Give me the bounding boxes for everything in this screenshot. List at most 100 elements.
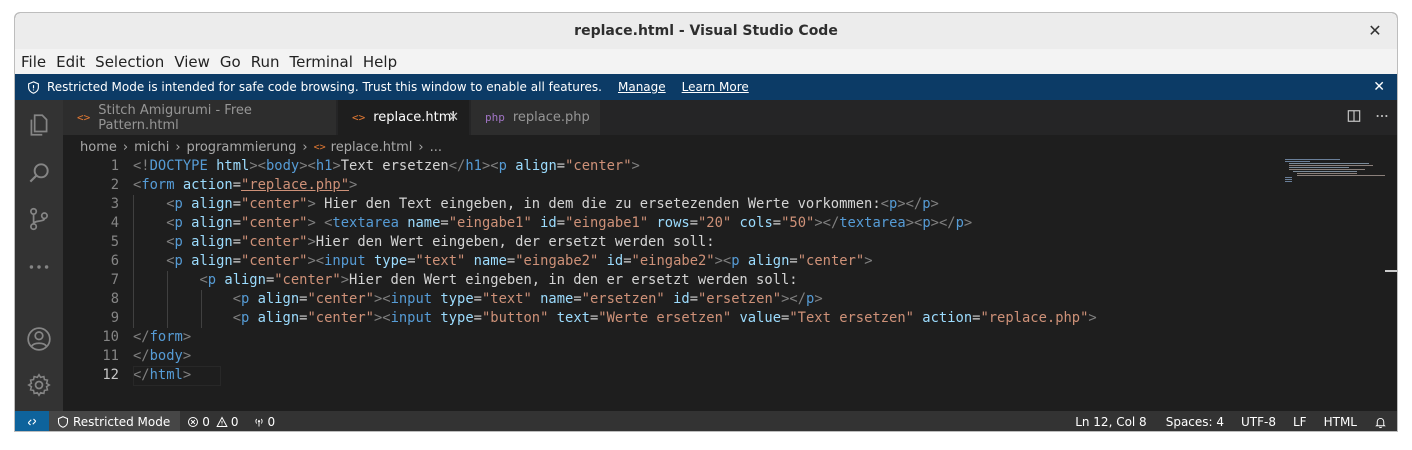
code-line[interactable]: 11 </body> <box>63 347 1283 366</box>
breadcrumb-home[interactable]: home <box>80 140 117 155</box>
account-icon[interactable] <box>26 326 52 352</box>
line-number: 4 <box>110 215 119 231</box>
shield-icon <box>57 416 69 428</box>
split-editor-icon[interactable] <box>1347 109 1361 127</box>
indentation[interactable]: Spaces: 4 <box>1159 415 1234 429</box>
line-number: 9 <box>110 310 119 326</box>
code-editor[interactable]: 1 <!DOCTYPE html><body><h1>Text ersetzen<… <box>63 157 1283 386</box>
php-file-icon: php <box>485 111 505 124</box>
code-text: </body> <box>133 348 192 364</box>
html-file-icon: <> <box>77 111 91 124</box>
chevron-right-icon: › <box>418 139 424 155</box>
tab-label: Stitch Amigurumi - Free Pattern.html <box>98 102 252 133</box>
more-actions-icon[interactable] <box>1375 109 1389 127</box>
line-number: 6 <box>110 253 119 269</box>
language-mode[interactable]: HTML <box>1317 415 1367 429</box>
line-number: 10 <box>102 329 119 345</box>
encoding[interactable]: UTF-8 <box>1234 415 1286 429</box>
line-number: 3 <box>110 196 119 212</box>
shield-icon <box>27 80 40 94</box>
code-text: <form action="replace.php"> <box>133 177 358 193</box>
status-bar: Restricted Mode 0 0 0 Ln 12, Col 8 Space… <box>15 411 1397 431</box>
code-line[interactable]: 7 <p align="center">Hier den Wert eingeb… <box>63 271 1283 290</box>
line-number: 12 <box>102 367 119 383</box>
minimap[interactable] <box>1279 157 1397 411</box>
source-control-icon[interactable] <box>26 206 52 232</box>
chevron-right-icon: › <box>175 139 181 155</box>
restricted-mode-label: Restricted Mode <box>73 415 171 429</box>
breadcrumb: home › michi › programmierung › <> repla… <box>80 137 442 157</box>
code-text: <p align="center"> <textarea name="einga… <box>166 215 973 231</box>
settings-gear-icon[interactable] <box>26 372 52 398</box>
line-number: 8 <box>110 291 119 307</box>
breadcrumb-michi[interactable]: michi <box>134 140 169 155</box>
html-file-icon: <> <box>313 141 326 153</box>
banner-text: Restricted Mode is intended for safe cod… <box>47 80 602 94</box>
restricted-mode-status[interactable]: Restricted Mode <box>49 411 181 431</box>
code-line[interactable]: 1 <!DOCTYPE html><body><h1>Text ersetzen<… <box>63 157 1283 176</box>
banner-close-button[interactable]: ✕ <box>1373 74 1385 100</box>
tab-replace-php[interactable]: php replace.php <box>471 100 601 135</box>
tab-stitch-amigurumi[interactable]: <> Stitch Amigurumi - Free Pattern.html <box>63 100 337 135</box>
window-close-button[interactable]: ✕ <box>1363 13 1387 49</box>
menu-view[interactable]: View <box>169 53 215 71</box>
error-count: 0 <box>202 415 210 429</box>
menu-bar: File Edit Selection View Go Run Terminal… <box>15 49 1397 74</box>
code-line[interactable]: 2 <form action="replace.php"> <box>63 176 1283 195</box>
title-bar: replace.html - Visual Studio Code ✕ <box>15 13 1397 49</box>
code-line[interactable]: 12 </html> <box>63 366 1283 386</box>
tab-close-icon[interactable]: ✕ <box>448 110 459 125</box>
explorer-icon[interactable] <box>26 112 52 138</box>
menu-file[interactable]: File <box>15 53 51 71</box>
code-text: <!DOCTYPE html><body><h1>Text ersetzen</… <box>133 158 640 174</box>
menu-edit[interactable]: Edit <box>51 53 90 71</box>
code-line[interactable]: 3 <p align="center"> Hier den Text einge… <box>63 195 1283 214</box>
banner-manage-link[interactable]: Manage <box>618 80 666 94</box>
tab-bar: <> Stitch Amigurumi - Free Pattern.html … <box>63 100 1397 135</box>
html-file-icon: <> <box>352 111 366 124</box>
vscode-window: replace.html - Visual Studio Code ✕ File… <box>14 12 1398 432</box>
code-text: </html> <box>133 366 222 386</box>
problems-status[interactable]: 0 0 <box>180 415 245 429</box>
line-number: 5 <box>110 234 119 250</box>
breadcrumb-symbols[interactable]: ... <box>430 140 442 155</box>
code-line[interactable]: 6 <p align="center"><input type="text" n… <box>63 252 1283 271</box>
tab-replace-html[interactable]: <> replace.html ✕ <box>338 100 470 135</box>
line-number: 7 <box>110 272 119 288</box>
code-line[interactable]: 9 <p align="center"><input type="button"… <box>63 309 1283 328</box>
chevron-right-icon: › <box>122 139 129 155</box>
search-icon[interactable] <box>26 160 52 186</box>
notifications-bell-icon[interactable] <box>1367 416 1397 429</box>
menu-terminal[interactable]: Terminal <box>285 53 358 71</box>
code-line[interactable]: 4 <p align="center"> <textarea name="ein… <box>63 214 1283 233</box>
status-right: Ln 12, Col 8 Spaces: 4 UTF-8 LF HTML <box>1068 415 1397 429</box>
scrollbar-thumb[interactable] <box>1385 270 1397 272</box>
breadcrumb-file[interactable]: replace.html <box>331 140 413 155</box>
menu-go[interactable]: Go <box>215 53 246 71</box>
code-text: <p align="center"><input type="text" nam… <box>232 291 823 307</box>
code-text: <p align="center"><input type="text" nam… <box>166 253 873 269</box>
end-of-line[interactable]: LF <box>1286 415 1317 429</box>
menu-run[interactable]: Run <box>246 53 285 71</box>
code-line[interactable]: 5 <p align="center">Hier den Wert eingeb… <box>63 233 1283 252</box>
warning-count: 0 <box>230 415 239 429</box>
code-text: </form> <box>133 329 192 345</box>
banner-learn-more-link[interactable]: Learn More <box>682 80 749 94</box>
code-line[interactable]: 10 </form> <box>63 328 1283 347</box>
cursor-position[interactable]: Ln 12, Col 8 <box>1068 415 1159 429</box>
ports-status[interactable]: 0 <box>246 415 283 429</box>
code-line[interactable]: 8 <p align="center"><input type="text" n… <box>63 290 1283 309</box>
activity-bar <box>15 100 63 411</box>
breadcrumb-programmierung[interactable]: programmierung <box>187 140 297 155</box>
chevron-right-icon: › <box>302 139 308 155</box>
editor-actions <box>1347 100 1389 135</box>
tab-label: replace.html <box>373 110 456 125</box>
tab-label: replace.php <box>512 110 590 125</box>
warning-icon <box>216 416 228 427</box>
menu-help[interactable]: Help <box>358 53 402 71</box>
more-icon[interactable] <box>26 254 52 280</box>
line-number: 11 <box>102 348 119 364</box>
broadcast-icon <box>254 418 263 427</box>
menu-selection[interactable]: Selection <box>90 53 169 71</box>
remote-indicator-icon[interactable] <box>15 411 49 431</box>
